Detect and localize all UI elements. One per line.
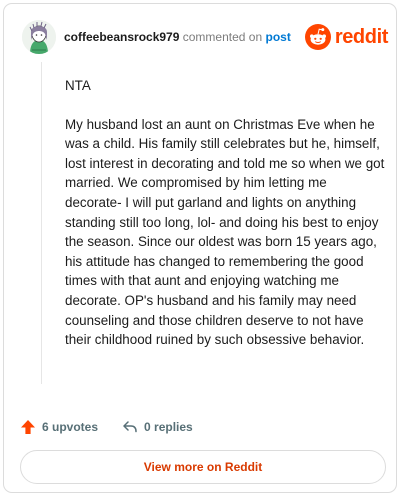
reddit-logo[interactable]: reddit xyxy=(304,22,389,52)
reply-button[interactable]: 0 replies xyxy=(122,419,193,435)
reddit-wordmark: reddit xyxy=(334,25,389,48)
upvote-count: 6 upvotes xyxy=(42,420,99,434)
avatar[interactable] xyxy=(22,20,56,54)
reddit-snoo-icon xyxy=(304,24,331,50)
upvote-arrow-icon xyxy=(21,420,35,434)
view-more-label: View more on Reddit xyxy=(143,460,263,474)
comment-header: coffeebeansrock979 commented on post red… xyxy=(18,18,388,56)
comment-meta: coffeebeansrock979 commented on post xyxy=(64,30,291,44)
username-link[interactable]: coffeebeansrock979 xyxy=(64,30,179,44)
comment-paragraph: My husband lost an aunt on Christmas Eve… xyxy=(65,116,385,348)
upvote-button[interactable]: 6 upvotes xyxy=(20,419,98,435)
view-more-button[interactable]: View more on Reddit xyxy=(20,450,386,484)
comment-embed-card: coffeebeansrock979 commented on post red… xyxy=(3,3,397,493)
comment-paragraph: NTA xyxy=(65,78,91,93)
comment-actions: 6 upvotes 0 replies xyxy=(20,416,193,438)
reply-count: 0 replies xyxy=(144,420,193,434)
comment-body: NTA My husband lost an aunt on Christmas… xyxy=(65,76,385,369)
thread-line xyxy=(41,62,42,384)
commented-on-label: commented on xyxy=(182,30,263,44)
reply-arrow-icon xyxy=(123,421,137,433)
post-link[interactable]: post xyxy=(265,30,290,44)
avatar-icon xyxy=(22,20,56,54)
